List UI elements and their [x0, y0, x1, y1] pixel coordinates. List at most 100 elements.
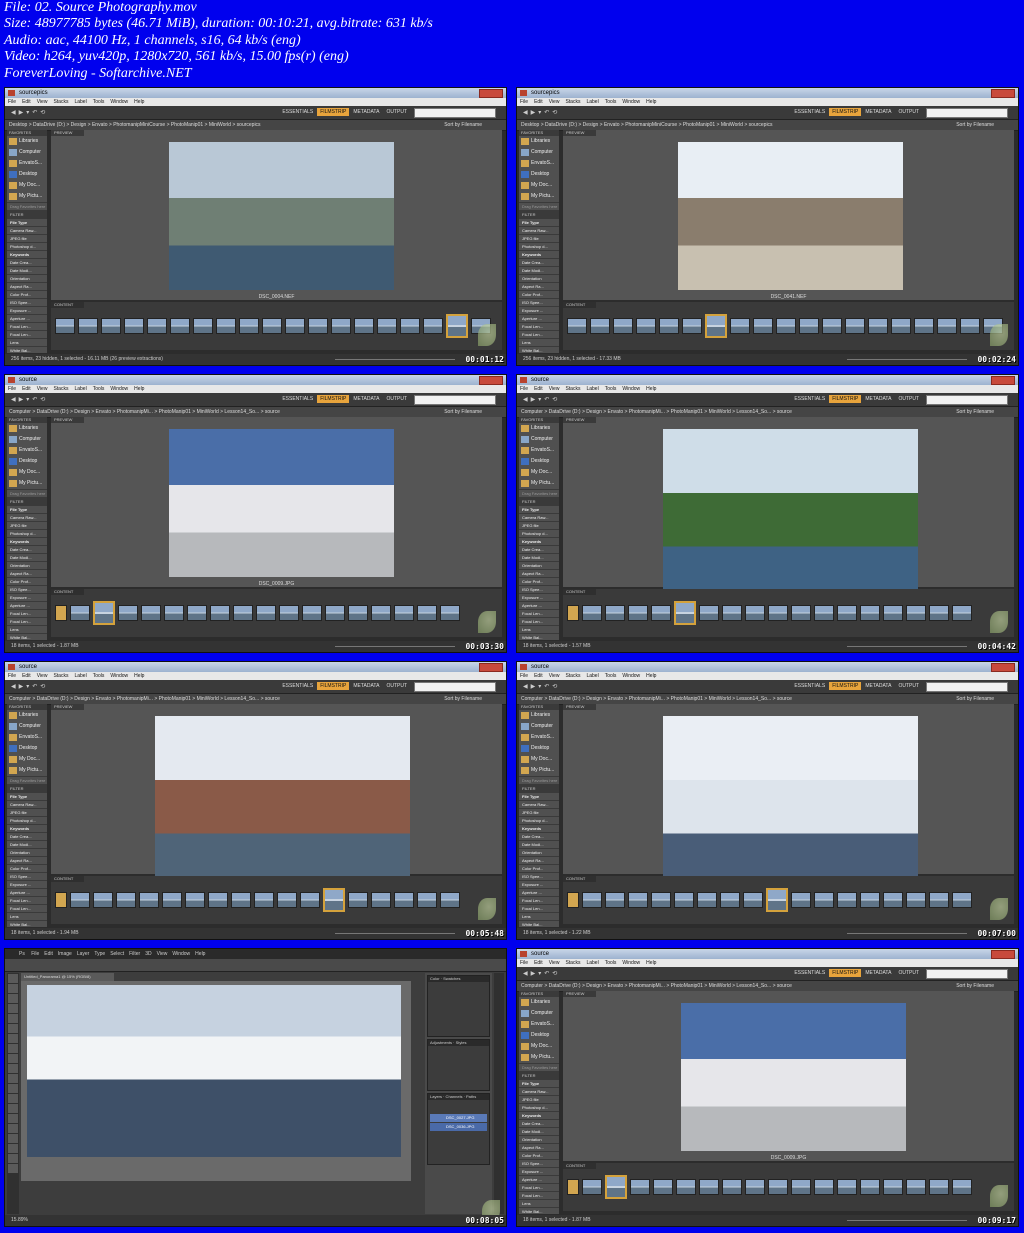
- thumbnail-size-slider[interactable]: [847, 933, 967, 934]
- tool-icon[interactable]: [8, 1024, 18, 1033]
- filmstrip-thumbnail[interactable]: [791, 892, 811, 908]
- filmstrip-thumbnail[interactable]: [208, 892, 228, 908]
- workspace-tab-output[interactable]: OUTPUT: [383, 395, 410, 403]
- favorite-item[interactable]: My Doc...: [519, 1041, 559, 1052]
- filmstrip-thumbnail[interactable]: [628, 605, 648, 621]
- preview-panel-header[interactable]: PREVIEW: [563, 991, 596, 997]
- filter-item[interactable]: Exposure ...: [7, 880, 47, 888]
- menu-item-edit[interactable]: Edit: [534, 960, 543, 966]
- workspace-tab-metadata[interactable]: METADATA: [862, 682, 894, 690]
- filter-item[interactable]: Orientation: [519, 561, 559, 569]
- ps-menu-item[interactable]: Select: [110, 951, 124, 957]
- menu-item-edit[interactable]: Edit: [22, 99, 31, 105]
- workspace-tab-output[interactable]: OUTPUT: [895, 108, 922, 116]
- menu-item-window[interactable]: Window: [110, 99, 128, 105]
- filmstrip-thumbnail[interactable]: [239, 318, 259, 334]
- filter-item[interactable]: Date Crea...: [519, 832, 559, 840]
- ps-menu-item[interactable]: Image: [58, 951, 72, 957]
- filter-item[interactable]: Camera Raw...: [519, 226, 559, 234]
- filter-item[interactable]: Camera Raw...: [519, 513, 559, 521]
- window-titlebar[interactable]: source: [517, 375, 1018, 385]
- filter-item[interactable]: Exposure ...: [519, 1167, 559, 1175]
- favorite-item[interactable]: My Doc...: [519, 467, 559, 478]
- workspace-tab-output[interactable]: OUTPUT: [895, 969, 922, 977]
- filmstrip-thumbnail[interactable]: [124, 318, 144, 334]
- favorite-item[interactable]: My Doc...: [519, 180, 559, 191]
- search-input[interactable]: [926, 682, 1008, 692]
- filter-item[interactable]: Exposure ...: [7, 306, 47, 314]
- favorite-item[interactable]: Libraries: [519, 423, 559, 434]
- favorite-item[interactable]: My Pictu...: [519, 765, 559, 776]
- ps-menu-item[interactable]: Layer: [77, 951, 90, 957]
- filmstrip-thumbnail[interactable]: [651, 892, 671, 908]
- thumbnail-size-slider[interactable]: [847, 359, 967, 360]
- filter-panel-header[interactable]: FILTER: [7, 784, 47, 792]
- menu-item-stacks[interactable]: Stacks: [565, 673, 580, 679]
- filter-item[interactable]: Aspect Ra...: [7, 569, 47, 577]
- nav-arrows-icon[interactable]: ◀▶▾↶⟲: [523, 109, 560, 116]
- filmstrip-thumbnail[interactable]: [699, 1179, 719, 1195]
- filmstrip-thumbnail[interactable]: [906, 605, 926, 621]
- filmstrip-thumbnail[interactable]: [937, 318, 957, 334]
- filter-item[interactable]: Aspect Ra...: [519, 1143, 559, 1151]
- favorite-item[interactable]: Computer: [519, 1008, 559, 1019]
- filmstrip-thumbnail[interactable]: [256, 605, 276, 621]
- filmstrip-thumbnail[interactable]: [720, 892, 740, 908]
- menu-item-edit[interactable]: Edit: [534, 673, 543, 679]
- filter-item[interactable]: White Bal...: [519, 1207, 559, 1215]
- filmstrip-thumbnail[interactable]: [582, 892, 602, 908]
- filmstrip-thumbnail[interactable]: [394, 605, 414, 621]
- tool-icon[interactable]: [8, 1124, 18, 1133]
- folder-thumbnail[interactable]: [55, 605, 67, 621]
- content-panel-header[interactable]: CONTENT: [563, 302, 596, 308]
- content-panel-header[interactable]: CONTENT: [51, 589, 84, 595]
- menu-item-tools[interactable]: Tools: [93, 99, 105, 105]
- filter-item[interactable]: Aspect Ra...: [519, 569, 559, 577]
- favorite-item[interactable]: Desktop: [519, 1030, 559, 1041]
- zoom-level[interactable]: 15.89%: [11, 1217, 28, 1223]
- menu-item-tools[interactable]: Tools: [605, 673, 617, 679]
- favorite-item[interactable]: Computer: [7, 721, 47, 732]
- menu-item-tools[interactable]: Tools: [93, 386, 105, 392]
- filmstrip-thumbnail[interactable]: [164, 605, 184, 621]
- filter-item[interactable]: ISO Spee...: [519, 298, 559, 306]
- favorite-item[interactable]: Desktop: [519, 743, 559, 754]
- filter-item[interactable]: Lens: [7, 625, 47, 633]
- tool-icon[interactable]: [8, 1004, 18, 1013]
- filter-item[interactable]: White Bal...: [519, 633, 559, 641]
- workspace-tab-essentials[interactable]: ESSENTIALS: [791, 682, 828, 690]
- breadcrumb[interactable]: Desktop > DataDrive (D:) > Design > Enva…: [521, 122, 773, 128]
- workspace-tab-filmstrip[interactable]: FILMSTRIP: [317, 108, 350, 116]
- filmstrip-thumbnail[interactable]: [423, 318, 443, 334]
- filter-item[interactable]: Photoshop d...: [519, 1103, 559, 1111]
- filter-item[interactable]: Focal Len...: [7, 330, 47, 338]
- filmstrip-thumbnail[interactable]: [745, 1179, 765, 1195]
- workspace-tab-output[interactable]: OUTPUT: [895, 682, 922, 690]
- filter-item[interactable]: Focal Len...: [7, 904, 47, 912]
- filter-item[interactable]: Aperture ...: [519, 601, 559, 609]
- favorite-item[interactable]: My Doc...: [7, 754, 47, 765]
- sort-dropdown[interactable]: Sort by Filename: [444, 694, 482, 704]
- filter-item[interactable]: Photoshop d...: [7, 816, 47, 824]
- window-titlebar[interactable]: source: [5, 375, 506, 385]
- menu-item-window[interactable]: Window: [110, 386, 128, 392]
- menu-item-label[interactable]: Label: [74, 386, 86, 392]
- sort-dropdown[interactable]: Sort by Filename: [956, 407, 994, 417]
- tool-icon[interactable]: [8, 984, 18, 993]
- filter-item[interactable]: Focal Len...: [519, 609, 559, 617]
- preview-panel-header[interactable]: PREVIEW: [563, 417, 596, 423]
- filter-item[interactable]: ISO Spee...: [7, 298, 47, 306]
- filmstrip-thumbnail[interactable]: [766, 888, 788, 912]
- document-canvas[interactable]: [21, 981, 411, 1181]
- search-input[interactable]: [926, 108, 1008, 118]
- folder-thumbnail[interactable]: [567, 605, 579, 621]
- content-panel-header[interactable]: CONTENT: [563, 589, 596, 595]
- menu-item-window[interactable]: Window: [110, 673, 128, 679]
- filmstrip-thumbnail[interactable]: [233, 605, 253, 621]
- filmstrip-thumbnail[interactable]: [193, 318, 213, 334]
- folder-thumbnail[interactable]: [55, 892, 67, 908]
- workspace-tab-essentials[interactable]: ESSENTIALS: [279, 682, 316, 690]
- ps-menu-item[interactable]: Filter: [129, 951, 140, 957]
- tool-icon[interactable]: [8, 994, 18, 1003]
- filter-item[interactable]: Date Crea...: [519, 258, 559, 266]
